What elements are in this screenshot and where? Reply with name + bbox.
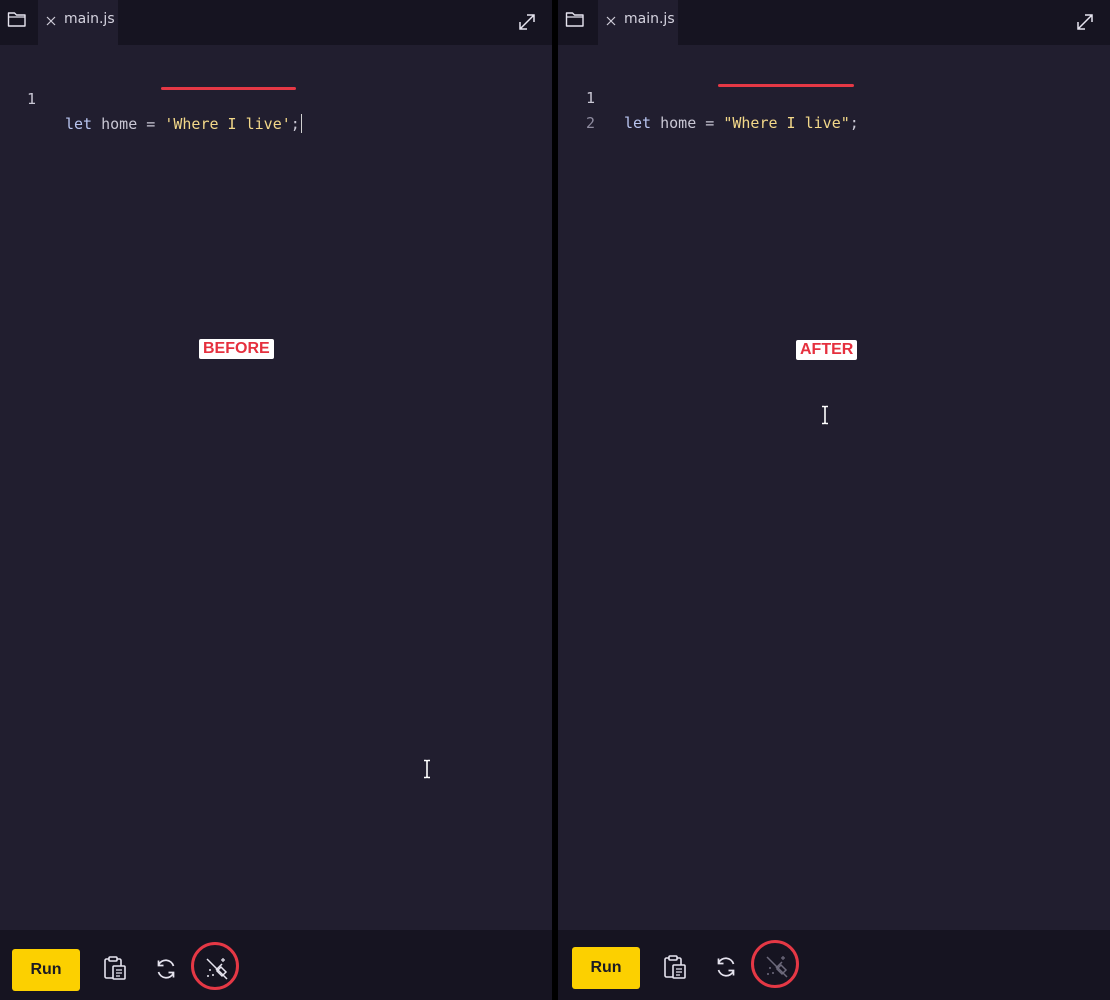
line-content: let home = 'Where I live'; xyxy=(65,112,302,137)
tab-main-js[interactable]: main.js xyxy=(38,0,118,45)
text-cursor-icon xyxy=(424,759,430,779)
code-editor[interactable]: 1 let home = "Where I live"; 2 xyxy=(558,45,1110,930)
tab-label: main.js xyxy=(64,11,115,27)
identifier-token: home xyxy=(92,115,147,133)
expand-icon[interactable] xyxy=(517,12,537,32)
semicolon-token: ; xyxy=(849,114,859,132)
code-line: 1 let home = 'Where I live'; xyxy=(0,62,302,133)
editor-top-bar: main.js xyxy=(0,0,552,45)
clipboard-icon[interactable] xyxy=(662,954,688,980)
close-icon[interactable] xyxy=(606,16,616,26)
text-caret xyxy=(300,114,302,133)
string-highlight-underline xyxy=(718,84,854,87)
code-line: 2 xyxy=(558,86,612,132)
text-cursor-icon xyxy=(822,405,828,425)
editor-toolbar: Run xyxy=(558,930,1110,1000)
keyword-token: let xyxy=(65,115,93,133)
highlight-ring xyxy=(751,940,799,988)
keyword-token: let xyxy=(624,114,652,132)
refresh-icon[interactable] xyxy=(713,954,739,980)
identifier-token: home xyxy=(651,114,706,132)
operator-token: = xyxy=(146,115,156,133)
highlight-ring xyxy=(191,942,239,990)
editor-top-bar: main.js xyxy=(558,0,1110,45)
expand-icon[interactable] xyxy=(1075,12,1095,32)
operator-token: = xyxy=(705,114,715,132)
folder-icon[interactable] xyxy=(7,10,27,28)
editor-panel-after: main.js 1 let home = "Where I live"; 2 A… xyxy=(558,0,1110,1000)
run-button[interactable]: Run xyxy=(12,949,80,991)
close-icon[interactable] xyxy=(46,16,56,26)
tab-label: main.js xyxy=(624,11,675,27)
after-badge: AFTER xyxy=(796,340,858,360)
code-editor[interactable]: 1 let home = 'Where I live'; xyxy=(0,45,552,930)
code-line: 1 let home = "Where I live"; xyxy=(558,61,859,132)
semicolon-token: ; xyxy=(290,115,300,133)
run-button[interactable]: Run xyxy=(572,947,640,989)
tab-main-js[interactable]: main.js xyxy=(598,0,678,45)
folder-icon[interactable] xyxy=(565,10,585,28)
editor-panel-before: main.js 1 let home = 'Where I live'; BEF… xyxy=(0,0,552,1000)
line-number: 2 xyxy=(586,114,596,132)
editor-toolbar: Run xyxy=(0,930,552,1000)
refresh-icon[interactable] xyxy=(153,956,179,982)
line-content: let home = "Where I live"; xyxy=(624,111,859,136)
before-badge: BEFORE xyxy=(199,339,274,359)
string-token: 'Where I live' xyxy=(164,115,291,133)
line-number: 1 xyxy=(27,90,37,108)
string-highlight-underline xyxy=(161,87,296,90)
clipboard-icon[interactable] xyxy=(102,955,128,981)
string-token: "Where I live" xyxy=(723,114,850,132)
